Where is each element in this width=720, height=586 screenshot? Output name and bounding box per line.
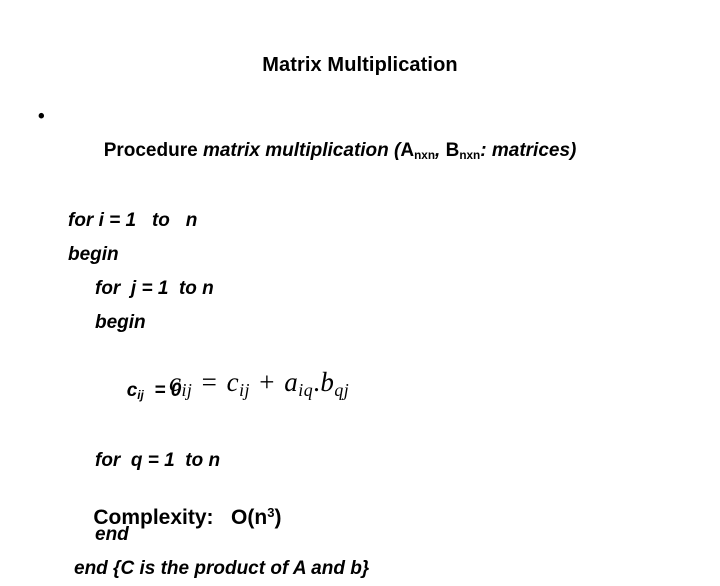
complexity-value-suffix: )	[274, 506, 282, 529]
code-line-for-i: for i = 1 to n	[68, 210, 198, 231]
complexity-exponent: 3	[267, 504, 275, 520]
complexity-value-prefix: O(n	[231, 506, 268, 529]
equation-rhs-variable-3: b	[320, 367, 335, 397]
equation-equals-sign: =	[194, 367, 225, 397]
assignment-variable: c	[126, 380, 138, 401]
code-line-end-outer: end {C is the product of A and b}	[74, 558, 370, 579]
bullet-icon: •	[38, 106, 45, 127]
code-line-begin-outer: begin	[68, 244, 119, 265]
equation-lhs-variable: c	[169, 367, 182, 397]
parameter-a: A	[400, 140, 415, 161]
parameter-separator: ,	[435, 140, 446, 161]
page-title: Matrix Multiplication	[262, 54, 458, 76]
complexity-spacer	[214, 506, 232, 529]
equation-plus-sign: +	[252, 367, 283, 397]
procedure-signature-line: • Procedure matrix multiplication (Anxn, …	[0, 100, 720, 204]
parameter-type-annotation: : matrices)	[480, 140, 577, 161]
complexity-label: Complexity:	[93, 506, 214, 529]
code-line-assignment-zero: cij = 0	[0, 340, 720, 444]
parameter-a-subscript: nxn	[414, 149, 436, 163]
parameter-b-subscript: nxn	[459, 149, 481, 163]
procedure-name: matrix multiplication	[202, 140, 395, 161]
code-line-for-j: for j = 1 to n	[95, 278, 214, 299]
slide-canvas: Matrix Multiplication • Procedure matrix …	[0, 0, 720, 579]
complexity-statement: Complexity: O(n3)	[70, 482, 281, 554]
procedure-keyword: Procedure	[103, 140, 203, 161]
code-line-begin-inner: begin	[95, 312, 146, 333]
equation-rhs-subscript-2: iq	[298, 380, 314, 401]
equation-rhs-subscript-1: ij	[239, 380, 251, 401]
code-line-for-q: for q = 1 to n	[95, 450, 221, 471]
equation-cij-update: cij = cij + aiq.bqj	[140, 336, 349, 429]
equation-lhs-subscript: ij	[181, 380, 193, 401]
equation-rhs-subscript-3: qj	[334, 380, 350, 401]
equation-rhs-variable-2: a	[284, 367, 299, 397]
equation-rhs-variable-1: c	[226, 367, 240, 397]
parameter-b: B	[445, 140, 460, 161]
